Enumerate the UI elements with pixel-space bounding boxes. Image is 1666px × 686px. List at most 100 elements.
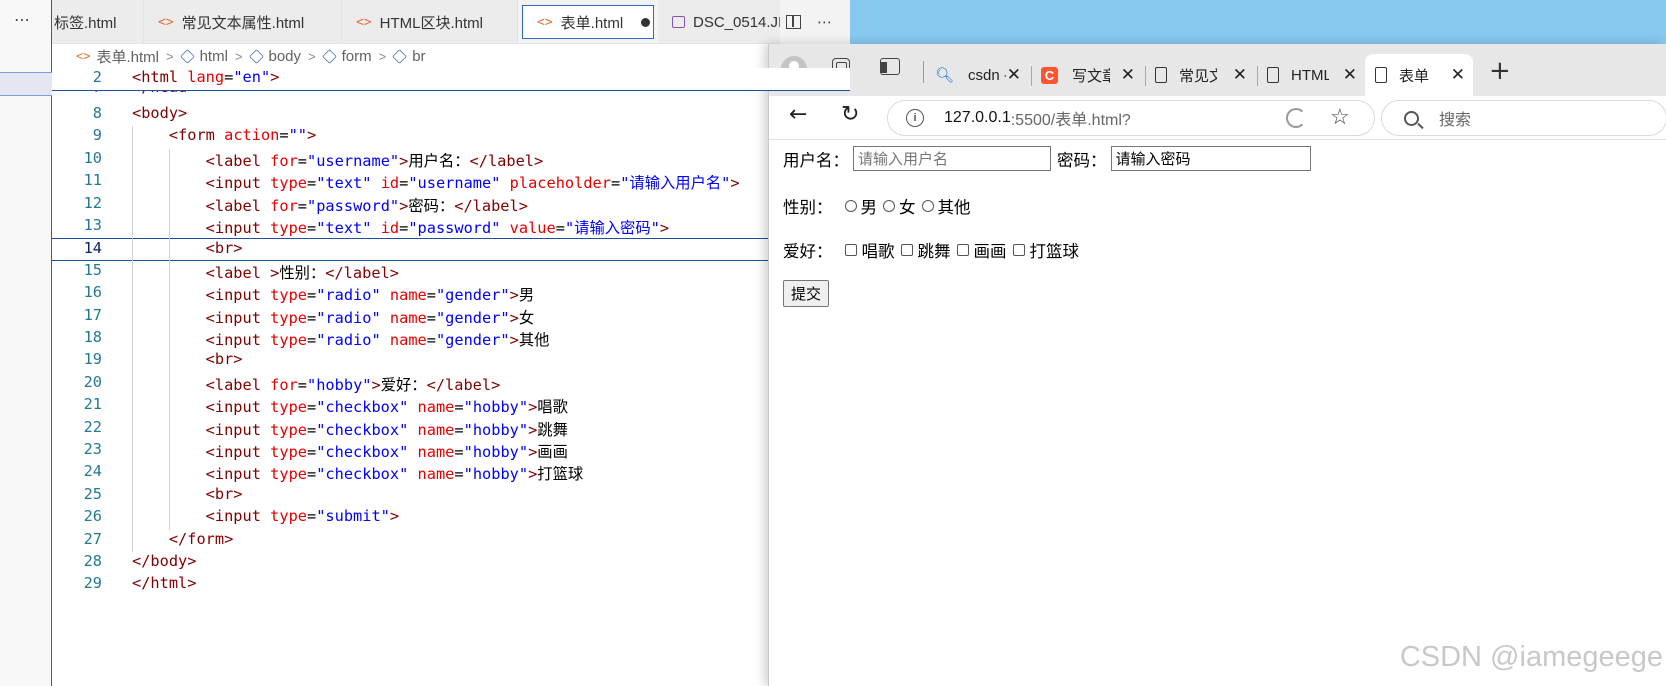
html-file-icon: <>	[158, 14, 174, 30]
page-icon	[1155, 67, 1167, 83]
editor-tab[interactable]: 标签.html	[52, 0, 144, 43]
code-line[interactable]: 7 </head>	[52, 90, 850, 100]
desktop-background	[850, 0, 1666, 44]
editor-tab-label: 常见文本属性.html	[181, 14, 305, 32]
code-line[interactable]: 11 <input type="text" id="username" plac…	[52, 171, 850, 194]
username-input[interactable]	[853, 146, 1051, 171]
gender-radio[interactable]	[921, 200, 934, 212]
code-line[interactable]: 28 </body>	[52, 552, 850, 575]
indent-guide	[132, 126, 133, 552]
refresh-extension-icon[interactable]	[1286, 108, 1306, 128]
hobby-checkbox[interactable]	[956, 244, 969, 256]
browser-tab[interactable]: 常见文 ✕	[1147, 54, 1255, 96]
browser-tab-active[interactable]: 表单 ✕	[1365, 54, 1473, 96]
code-line[interactable]: 26 <input type="submit">	[52, 507, 850, 530]
browser-tab[interactable]: 🔍︎ csdn - ✕	[929, 54, 1029, 96]
line-number: 14	[83, 239, 102, 258]
code-line[interactable]: 18 <input type="radio" name="gender">其他	[52, 328, 850, 351]
code-line[interactable]: 27 </form>	[52, 530, 850, 553]
code-line[interactable]: 12 <label for="password">密码：</label>	[52, 194, 850, 217]
close-tab-icon[interactable]: ✕	[1343, 65, 1357, 85]
favorite-star-icon[interactable]: ☆	[1330, 104, 1350, 130]
unsaved-dot-icon[interactable]	[641, 17, 651, 27]
hobby-checkbox[interactable]	[1012, 244, 1025, 256]
code-editor-window: ⋯ 标签.html <> 常见文本属性.html <> HTML区块.html …	[0, 0, 850, 686]
hobby-checkbox[interactable]	[844, 244, 857, 256]
code-line[interactable]: 21 <input type="checkbox" name="hobby">唱…	[52, 395, 850, 418]
code-line[interactable]: 9 <form action="">	[52, 126, 850, 149]
more-icon[interactable]: ⋯	[14, 10, 31, 29]
submit-button[interactable]: 提交	[783, 280, 830, 307]
code-text: </body>	[132, 552, 197, 570]
code-text: </html>	[132, 574, 197, 593]
code-text: </form>	[132, 529, 234, 548]
editor-tab[interactable]: <> 常见文本属性.html	[144, 0, 342, 43]
line-number: 13	[83, 216, 102, 234]
address-bar[interactable]: i 127.0.0.1:5500/表单.html? ☆	[887, 100, 1375, 136]
editor-tab[interactable]: <> HTML区块.html	[342, 0, 518, 43]
selected-explorer-row[interactable]	[0, 72, 52, 96]
hobby-option-label: 打篮球	[1029, 242, 1080, 261]
watermark: CSDN @iamegeege	[1399, 641, 1663, 673]
browser-tab[interactable]: HTML ✕	[1259, 54, 1365, 96]
split-editor-icon[interactable]	[786, 15, 801, 29]
breadcrumb-item[interactable]: br	[392, 47, 426, 65]
breadcrumb-item[interactable]: <> 表单.html	[76, 46, 159, 67]
code-line[interactable]: 13 <input type="text" id="password" valu…	[52, 216, 850, 239]
code-line[interactable]: 19 <br>	[52, 350, 850, 373]
site-info-icon[interactable]: i	[906, 109, 924, 127]
close-tab-icon[interactable]: ✕	[1451, 65, 1465, 85]
code-line[interactable]: 22 <input type="checkbox" name="hobby">跳…	[52, 418, 850, 441]
back-arrow-icon[interactable]: ←	[789, 102, 807, 127]
code-line[interactable]: 15 <label >性别：</label>	[52, 261, 850, 284]
code-text: <input type="checkbox" name="hobby">打篮球	[132, 465, 584, 484]
code-area[interactable]: 2 <html lang="en"> 7 </head> 8 <body> 9 <form …	[52, 68, 850, 686]
code-line[interactable]: 2 <html lang="en">	[52, 68, 850, 91]
code-line[interactable]: 25 <br>	[52, 485, 850, 508]
password-input[interactable]	[1110, 146, 1311, 171]
code-line[interactable]: 23 <input type="checkbox" name="hobby">画…	[52, 440, 850, 463]
editor-actions: ⋯	[780, 0, 850, 44]
browser-window: 🔍︎ csdn - ✕ C 写文章 ✕ 常见文 ✕ HTML ✕ 表单 ✕ +	[768, 44, 1666, 686]
more-actions-icon[interactable]: ⋯	[817, 13, 832, 31]
code-line[interactable]: 29 </html>	[52, 574, 850, 597]
code-text: <body>	[132, 104, 188, 122]
editor-tab[interactable]: DSC_0514.JI	[658, 0, 788, 43]
code-text: <input type="checkbox" name="hobby">跳舞	[132, 420, 568, 439]
close-tab-icon[interactable]: ✕	[1007, 65, 1021, 85]
code-line[interactable]: 8 <body>	[52, 104, 850, 127]
breadcrumb-label: br	[412, 47, 426, 65]
code-text: <form action="">	[132, 126, 317, 145]
code-line[interactable]: 17 <input type="radio" name="gender">女	[52, 306, 850, 329]
line-number: 26	[83, 507, 102, 526]
breadcrumb-item[interactable]: html	[179, 48, 228, 65]
editor-tab-active[interactable]: <> 表单.html	[522, 5, 654, 39]
code-line[interactable]: 10 <label for="username">用户名：</label>	[52, 149, 850, 172]
line-number: 27	[83, 529, 102, 548]
code-text: <label for="hobby">爱好：</label>	[132, 375, 501, 394]
code-text: <br>	[132, 484, 243, 503]
vertical-tabs-icon[interactable]	[880, 58, 900, 75]
close-tab-icon[interactable]: ✕	[1121, 65, 1135, 85]
code-text: <label >性别：</label>	[132, 263, 399, 282]
explorer-strip: ⋯	[0, 0, 52, 686]
code-line[interactable]: 20 <label for="hobby">爱好：</label>	[52, 373, 850, 396]
close-tab-icon[interactable]: ✕	[1233, 65, 1247, 85]
code-line[interactable]: 14 <br>	[52, 238, 850, 261]
browser-tab[interactable]: C 写文章 ✕	[1033, 54, 1143, 96]
breadcrumb-item[interactable]: form	[321, 48, 372, 65]
breadcrumb-item[interactable]: body	[248, 48, 301, 65]
tab-strip-divider	[923, 61, 924, 83]
gender-radio[interactable]	[844, 200, 857, 212]
reload-icon[interactable]: ↻	[841, 102, 859, 127]
browser-tab-label: 表单	[1399, 67, 1430, 85]
editor-tab-label: HTML区块.html	[379, 14, 483, 32]
code-line[interactable]: 16 <input type="radio" name="gender">男	[52, 283, 850, 306]
code-line[interactable]: 24 <input type="checkbox" name="hobby">打…	[52, 462, 850, 485]
tab-divider	[1145, 66, 1146, 86]
line-number: 8	[92, 104, 102, 122]
new-tab-icon[interactable]: +	[1489, 56, 1511, 86]
gender-radio[interactable]	[883, 200, 895, 212]
hobby-checkbox[interactable]	[900, 244, 913, 256]
browser-search-box[interactable]: 搜索	[1381, 100, 1666, 136]
